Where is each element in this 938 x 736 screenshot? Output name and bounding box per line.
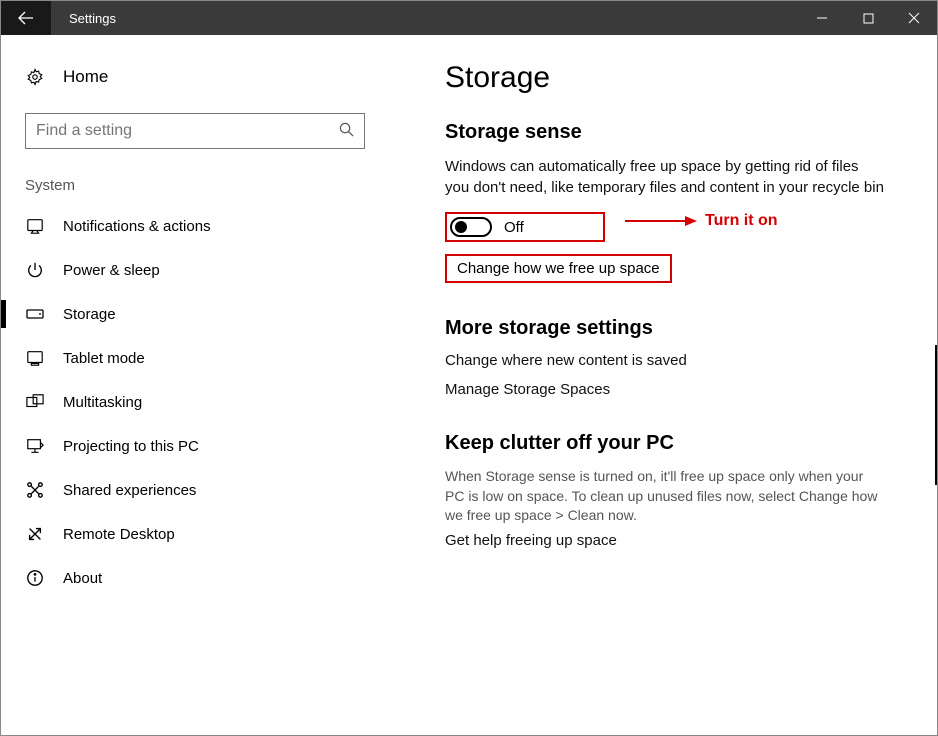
arrow-left-icon xyxy=(18,10,34,26)
change-free-up-link[interactable]: Change how we free up space xyxy=(445,254,672,283)
storage-sense-toggle[interactable]: Off xyxy=(445,212,605,242)
title-text: Settings xyxy=(51,11,799,26)
group-label: System xyxy=(25,177,389,194)
arrow-icon xyxy=(625,220,695,222)
nav-list: Notifications & actions Power & sleep St… xyxy=(25,204,389,600)
section-title: More storage settings xyxy=(445,317,911,340)
toggle-switch[interactable] xyxy=(450,217,492,237)
gear-icon xyxy=(25,67,45,87)
sidebar-item-label: Multitasking xyxy=(63,394,142,411)
sidebar-item-label: Projecting to this PC xyxy=(63,438,199,455)
search-box[interactable] xyxy=(25,113,365,149)
minimize-button[interactable] xyxy=(799,1,845,35)
minimize-icon xyxy=(816,12,828,24)
sidebar-item-label: Tablet mode xyxy=(63,350,145,367)
maximize-icon xyxy=(863,13,874,24)
sidebar-item-shared[interactable]: Shared experiences xyxy=(25,468,389,512)
window-controls xyxy=(799,1,937,35)
sidebar-item-label: Storage xyxy=(63,306,116,323)
sidebar-item-tablet[interactable]: Tablet mode xyxy=(25,336,389,380)
storage-icon xyxy=(25,304,45,324)
sidebar-item-label: Power & sleep xyxy=(63,262,160,279)
sidebar-item-label: Notifications & actions xyxy=(63,218,211,235)
page-title: Storage xyxy=(445,61,911,95)
storage-sense-section: Storage sense Windows can automatically … xyxy=(445,121,911,283)
home-label: Home xyxy=(63,67,108,87)
section-title: Keep clutter off your PC xyxy=(445,432,911,455)
home-button[interactable]: Home xyxy=(25,61,389,95)
manage-storage-spaces-link[interactable]: Manage Storage Spaces xyxy=(445,381,911,398)
tablet-icon xyxy=(25,348,45,368)
notification-icon xyxy=(25,216,45,236)
maximize-button[interactable] xyxy=(845,1,891,35)
sidebar-item-storage[interactable]: Storage xyxy=(25,292,389,336)
shared-icon xyxy=(25,480,45,500)
scrollbar-indicator[interactable] xyxy=(935,345,937,485)
sidebar-item-label: About xyxy=(63,570,102,587)
section-title: Storage sense xyxy=(445,121,911,144)
search-icon xyxy=(339,122,354,141)
toggle-knob xyxy=(455,221,467,233)
sidebar-item-remote[interactable]: Remote Desktop xyxy=(25,512,389,556)
main-body: Storage sense Windows can automatically … xyxy=(445,121,911,549)
sidebar-item-multitasking[interactable]: Multitasking xyxy=(25,380,389,424)
sidebar-item-label: Remote Desktop xyxy=(63,526,175,543)
sidebar-item-notifications[interactable]: Notifications & actions xyxy=(25,204,389,248)
sidebar-item-label: Shared experiences xyxy=(63,482,196,499)
annotation: Turn it on xyxy=(625,212,778,230)
content-area: Home System Notifications & actions Powe… xyxy=(1,35,937,735)
search-input[interactable] xyxy=(36,122,339,140)
sidebar-item-power[interactable]: Power & sleep xyxy=(25,248,389,292)
multitasking-icon xyxy=(25,392,45,412)
info-icon xyxy=(25,568,45,588)
remote-icon xyxy=(25,524,45,544)
more-settings-section: More storage settings Change where new c… xyxy=(445,317,911,398)
main-pane: Storage Storage sense Windows can automa… xyxy=(389,35,937,735)
sidebar-item-about[interactable]: About xyxy=(25,556,389,600)
projecting-icon xyxy=(25,436,45,456)
sidebar: Home System Notifications & actions Powe… xyxy=(1,35,389,735)
get-help-link[interactable]: Get help freeing up space xyxy=(445,532,911,549)
keep-clutter-section: Keep clutter off your PC When Storage se… xyxy=(445,432,911,549)
sidebar-item-projecting[interactable]: Projecting to this PC xyxy=(25,424,389,468)
annotation-text: Turn it on xyxy=(705,212,778,230)
titlebar: Settings xyxy=(1,1,937,35)
power-icon xyxy=(25,260,45,280)
section-desc: When Storage sense is turned on, it'll f… xyxy=(445,467,885,526)
section-desc: Windows can automatically free up space … xyxy=(445,156,885,198)
close-button[interactable] xyxy=(891,1,937,35)
toggle-label: Off xyxy=(504,219,524,236)
change-content-saved-link[interactable]: Change where new content is saved xyxy=(445,352,911,369)
back-button[interactable] xyxy=(1,1,51,35)
close-icon xyxy=(908,12,920,24)
